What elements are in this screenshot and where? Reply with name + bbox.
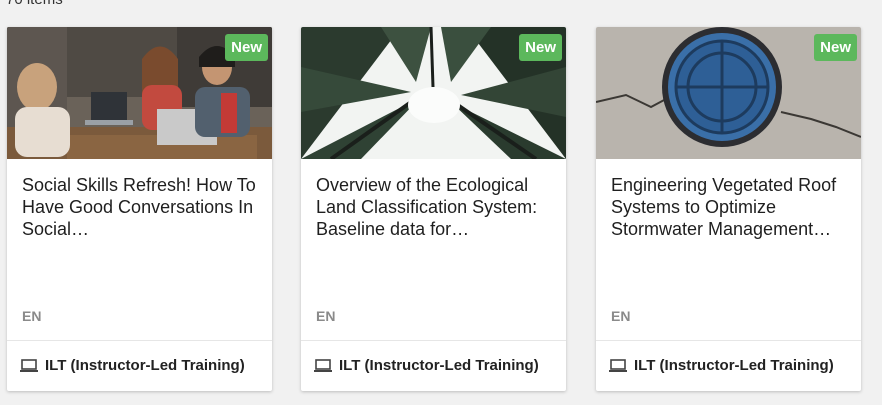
new-badge: New — [519, 34, 562, 61]
laptop-icon — [609, 358, 627, 372]
course-title[interactable]: Social Skills Refresh! How To Have Good … — [22, 174, 258, 240]
card-divider — [7, 340, 272, 341]
course-type-label: ILT (Instructor-Led Training) — [634, 357, 834, 374]
new-badge: New — [814, 34, 857, 61]
course-thumbnail[interactable]: New — [7, 27, 272, 159]
course-type: ILT (Instructor-Led Training) — [313, 357, 539, 374]
language-label: EN — [611, 308, 631, 324]
course-card-vegetated-roof[interactable]: New Engineering Vegetated Roof Systems t… — [596, 27, 861, 391]
course-thumbnail[interactable]: New — [301, 27, 566, 159]
item-count: 70 items — [6, 0, 63, 8]
course-thumbnail[interactable]: New — [596, 27, 861, 159]
laptop-icon — [314, 358, 332, 372]
course-title[interactable]: Engineering Vegetated Roof Systems to Op… — [611, 174, 847, 240]
course-card-social-skills[interactable]: New Social Skills Refresh! How To Have G… — [7, 27, 272, 391]
course-type-label: ILT (Instructor-Led Training) — [339, 357, 539, 374]
course-type-label: ILT (Instructor-Led Training) — [45, 357, 245, 374]
new-badge: New — [225, 34, 268, 61]
course-type: ILT (Instructor-Led Training) — [608, 357, 834, 374]
course-type: ILT (Instructor-Led Training) — [19, 357, 245, 374]
language-label: EN — [316, 308, 336, 324]
laptop-icon — [20, 358, 38, 372]
card-divider — [301, 340, 566, 341]
language-label: EN — [22, 308, 42, 324]
card-divider — [596, 340, 861, 341]
course-card-ecological-land[interactable]: New Overview of the Ecological Land Clas… — [301, 27, 566, 391]
course-title[interactable]: Overview of the Ecological Land Classifi… — [316, 174, 552, 240]
